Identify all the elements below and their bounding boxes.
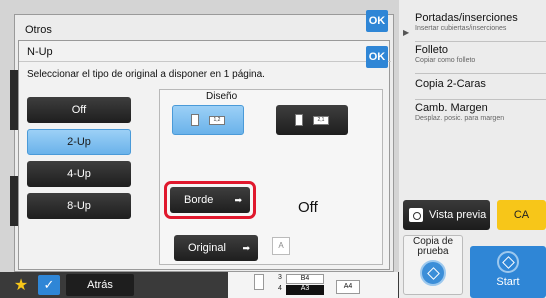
menu-item-subtitle: Copiar como folleto: [415, 57, 476, 64]
layout-option-2-1-button[interactable]: 2,1: [276, 105, 348, 135]
borde-label: Borde: [184, 194, 214, 206]
otros-left-edge-2: [10, 176, 18, 226]
layout-2-1-icon: 2,1: [313, 115, 329, 125]
original-label: Original: [188, 242, 226, 254]
arrow-right-icon: ➡: [234, 195, 242, 205]
option-2up-button[interactable]: 2-Up: [27, 129, 131, 155]
menu-item-camb-margen[interactable]: Camb. Margen Desplaz. posic. para margen: [415, 102, 546, 130]
original-page-icon: [254, 274, 264, 290]
borde-value: Off: [298, 199, 318, 216]
tray-number-4: 4: [278, 285, 282, 292]
layout-option-1-2-button[interactable]: 1,2: [172, 105, 244, 135]
otros-ok-button[interactable]: OK: [366, 10, 388, 32]
nup-title: N-Up: [27, 46, 53, 58]
otros-left-edge: [10, 70, 18, 130]
portrait-page-icon: [295, 114, 303, 126]
tray-a3: A3: [286, 285, 324, 295]
layout-1-2-icon: 1,2: [209, 115, 225, 125]
menu-item-title: Camb. Margen: [415, 102, 488, 114]
menu-item-title: Folleto: [415, 44, 449, 56]
menu-item-copia-2-caras[interactable]: Copia 2-Caras: [415, 78, 546, 100]
original-button[interactable]: Original ➡: [174, 235, 258, 261]
portrait-page-icon: [191, 114, 199, 126]
star-icon[interactable]: ★: [10, 276, 32, 296]
copy-screen: Otros OK N-Up Seleccionar el tipo de ori…: [0, 0, 546, 298]
tray-b4: B4: [286, 274, 324, 284]
option-8up-button[interactable]: 8-Up: [27, 193, 131, 219]
borde-button[interactable]: Borde ➡: [170, 187, 250, 213]
arrow-right-icon: ➡: [242, 243, 250, 253]
preview-label: Vista previa: [429, 209, 487, 221]
start-diamond-icon: [420, 260, 446, 286]
start-button[interactable]: Start: [470, 246, 546, 298]
preview-button[interactable]: Vista previa: [403, 200, 490, 230]
menu-item-title: Portadas/inserciones: [415, 12, 518, 24]
nup-description: Seleccionar el tipo de original a dispon…: [27, 69, 265, 80]
check-icon[interactable]: ✓: [38, 275, 60, 295]
option-off-button[interactable]: Off: [27, 97, 131, 123]
option-4up-button[interactable]: 4-Up: [27, 161, 131, 187]
proof-copy-label: Copia de prueba: [412, 236, 454, 257]
proof-copy-button[interactable]: Copia de prueba: [403, 235, 463, 295]
expand-arrow-icon[interactable]: ▶: [403, 28, 409, 37]
original-orientation-icon: A: [272, 237, 290, 255]
otros-title: Otros: [25, 24, 52, 36]
menu-item-portadas[interactable]: Portadas/inserciones Insertar cubiertas/…: [415, 12, 546, 42]
nup-separator: [19, 61, 391, 62]
menu-item-subtitle: Insertar cubiertas/inserciones: [415, 25, 507, 32]
menu-item-title: Copia 2-Caras: [415, 78, 486, 90]
output-paper-a4: A4: [336, 280, 360, 294]
menu-item-folleto[interactable]: Folleto Copiar como folleto: [415, 44, 546, 74]
menu-item-subtitle: Desplaz. posic. para margen: [415, 115, 505, 122]
ca-button[interactable]: CA: [497, 200, 546, 230]
start-diamond-icon: [497, 251, 519, 273]
back-button[interactable]: Atrás: [66, 274, 134, 296]
layout-label: Diseño: [206, 91, 238, 102]
tray-number-3: 3: [278, 274, 282, 281]
nup-ok-button[interactable]: OK: [366, 46, 388, 68]
paper-status: 3 4 B4 A3 A4: [228, 272, 398, 298]
start-label: Start: [496, 276, 520, 288]
preview-icon: [409, 208, 423, 222]
